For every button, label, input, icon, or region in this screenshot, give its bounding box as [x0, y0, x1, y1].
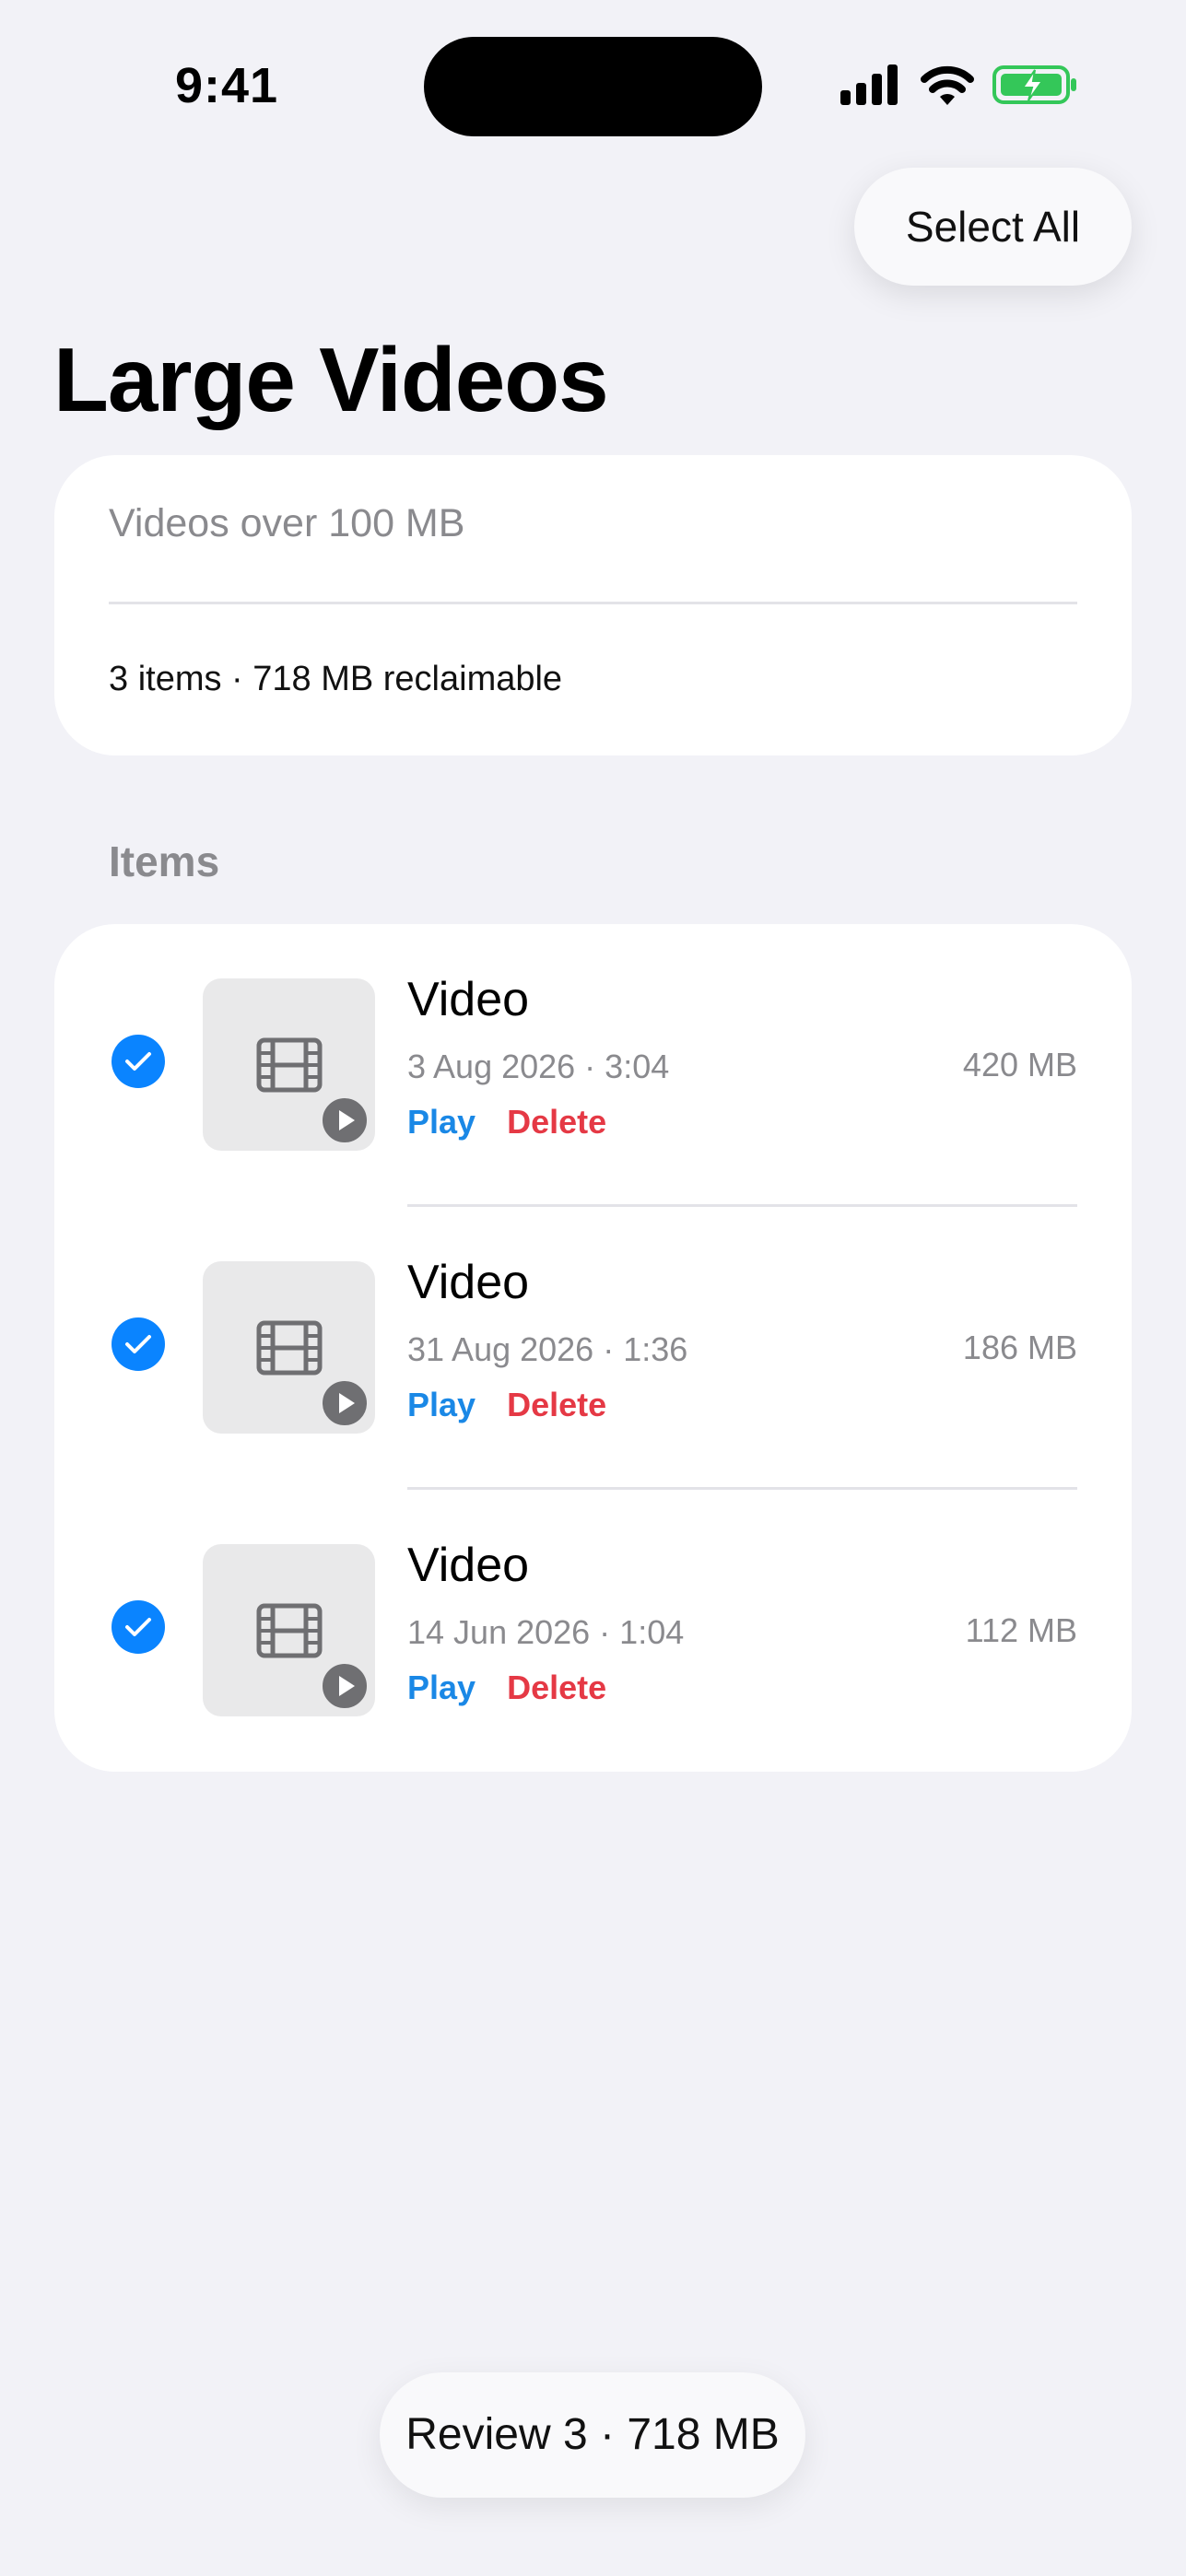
- filter-label: Videos over 100 MB: [109, 501, 465, 545]
- item-actions: Play Delete: [407, 1386, 606, 1424]
- video-thumbnail[interactable]: [203, 1261, 375, 1434]
- page-title: Large Videos: [53, 329, 609, 430]
- dynamic-island: [424, 37, 762, 136]
- summary-divider: [109, 602, 1077, 604]
- play-button[interactable]: Play: [407, 1386, 476, 1423]
- play-button[interactable]: Play: [407, 1669, 476, 1706]
- play-icon[interactable]: [319, 1095, 370, 1146]
- item-title: Video: [407, 1539, 530, 1592]
- delete-button[interactable]: Delete: [507, 1103, 606, 1141]
- selection-checkbox[interactable]: [112, 1317, 165, 1371]
- list-item[interactable]: Video 31 Aug 2026 · 1:36 Play Delete 186…: [54, 1207, 1132, 1490]
- checkmark-icon: [125, 1618, 151, 1636]
- summary-stats: 3 items · 718 MB reclaimable: [109, 660, 563, 698]
- video-thumbnail[interactable]: [203, 978, 375, 1151]
- item-meta: 3 Aug 2026 · 3:04: [407, 1048, 670, 1085]
- delete-button[interactable]: Delete: [507, 1669, 606, 1706]
- item-title: Video: [407, 973, 530, 1026]
- checkmark-icon: [125, 1052, 151, 1071]
- selection-checkbox[interactable]: [112, 1035, 165, 1088]
- video-thumbnail[interactable]: [203, 1544, 375, 1716]
- play-icon[interactable]: [319, 1377, 370, 1429]
- item-size: 112 MB: [965, 1611, 1077, 1649]
- select-all-button[interactable]: Select All: [854, 168, 1132, 286]
- item-size: 420 MB: [962, 1046, 1077, 1083]
- play-icon[interactable]: [319, 1660, 370, 1712]
- cellular-signal-icon: [840, 64, 898, 105]
- list-item[interactable]: Video 14 Jun 2026 · 1:04 Play Delete 112…: [54, 1490, 1132, 1773]
- film-icon: [256, 1037, 323, 1093]
- wifi-icon: [921, 65, 974, 105]
- play-button[interactable]: Play: [407, 1103, 476, 1141]
- selection-checkbox[interactable]: [112, 1600, 165, 1654]
- checkmark-icon: [125, 1335, 151, 1353]
- section-header-items: Items: [109, 837, 220, 885]
- items-list: Video 3 Aug 2026 · 3:04 Play Delete 420 …: [54, 924, 1132, 1772]
- item-actions: Play Delete: [407, 1669, 606, 1707]
- item-meta: 31 Aug 2026 · 1:36: [407, 1330, 688, 1368]
- item-title: Video: [407, 1256, 530, 1309]
- review-button[interactable]: Review 3 · 718 MB: [380, 2372, 805, 2498]
- film-icon: [256, 1320, 323, 1376]
- battery-charging-icon: [992, 65, 1076, 104]
- film-icon: [256, 1603, 323, 1658]
- delete-button[interactable]: Delete: [507, 1386, 606, 1423]
- status-time: 9:41: [175, 58, 279, 113]
- summary-card: Videos over 100 MB 3 items · 718 MB recl…: [54, 455, 1132, 755]
- item-actions: Play Delete: [407, 1103, 606, 1142]
- item-meta: 14 Jun 2026 · 1:04: [407, 1613, 685, 1651]
- list-item[interactable]: Video 3 Aug 2026 · 3:04 Play Delete 420 …: [54, 924, 1132, 1207]
- item-size: 186 MB: [962, 1329, 1077, 1366]
